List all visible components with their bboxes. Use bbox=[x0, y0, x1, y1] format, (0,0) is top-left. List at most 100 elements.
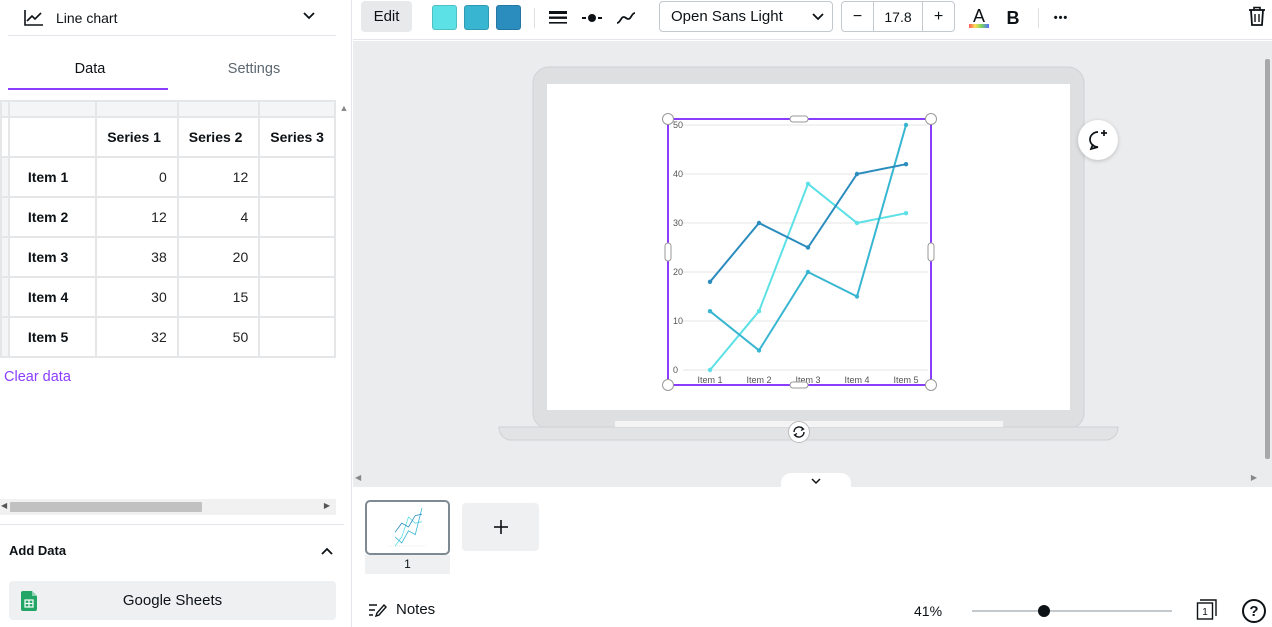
point-marker-icon bbox=[582, 14, 602, 22]
resize-handle[interactable] bbox=[662, 379, 674, 391]
scrollbar-thumb[interactable] bbox=[1265, 59, 1270, 459]
scroll-right-arrow[interactable]: ▶ bbox=[324, 501, 330, 510]
thumb-series-line-2 bbox=[394, 507, 423, 544]
scroll-right-arrow[interactable]: ▶ bbox=[1251, 473, 1257, 482]
tab-data[interactable]: Data bbox=[8, 48, 172, 90]
data-cell[interactable]: 0 bbox=[95, 156, 179, 198]
row-label-cell[interactable]: Item 5 bbox=[7, 316, 98, 358]
column-letter-strip bbox=[0, 100, 336, 118]
help-button[interactable]: ? bbox=[1242, 599, 1266, 623]
pages-stack-icon: 1 bbox=[1196, 599, 1217, 620]
data-point bbox=[707, 279, 713, 284]
chart-series bbox=[707, 122, 909, 373]
zoom-slider[interactable] bbox=[972, 605, 1172, 617]
comment-plus-icon bbox=[1089, 130, 1107, 151]
resize-handle[interactable] bbox=[789, 115, 809, 123]
row-label-cell[interactable]: Item 3 bbox=[7, 236, 98, 278]
google-sheets-button[interactable]: Google Sheets bbox=[9, 581, 336, 620]
resize-handle[interactable] bbox=[789, 381, 809, 389]
data-cell[interactable] bbox=[258, 236, 336, 278]
data-cell[interactable] bbox=[258, 196, 336, 238]
design-canvas[interactable]: 0 10 20 30 40 50 Item 1 Item 2 Item 3 Item 4 Item… bbox=[353, 41, 1272, 489]
point-style-button[interactable] bbox=[578, 5, 606, 31]
data-cell[interactable] bbox=[258, 276, 336, 318]
data-point bbox=[903, 122, 909, 128]
data-cell[interactable]: 32 bbox=[95, 316, 179, 358]
data-cell[interactable]: 12 bbox=[176, 156, 261, 198]
tab-settings[interactable]: Settings bbox=[172, 48, 336, 90]
color-swatch-2[interactable] bbox=[464, 5, 489, 30]
column-header-series-1[interactable]: Series 1 bbox=[95, 116, 179, 158]
notes-button[interactable]: Notes bbox=[368, 601, 435, 618]
text-color-button[interactable]: A bbox=[965, 5, 993, 31]
canvas-vertical-scrollbar[interactable] bbox=[1263, 41, 1272, 487]
notes-label: Notes bbox=[396, 601, 436, 618]
add-data-section[interactable]: Add Data bbox=[0, 524, 344, 576]
data-table: Series 1 Series 2 Series 3 Item 1 0 12 I… bbox=[0, 100, 336, 358]
rotate-icon bbox=[793, 426, 805, 438]
page-thumbnail[interactable] bbox=[365, 500, 450, 555]
resize-handle[interactable] bbox=[927, 242, 935, 262]
pages-strip: 1 bbox=[353, 487, 1272, 587]
row-gutter bbox=[0, 100, 10, 118]
trash-icon[interactable] bbox=[1248, 6, 1266, 26]
data-cell[interactable]: 4 bbox=[176, 196, 261, 238]
more-options-button[interactable]: ••• bbox=[1047, 5, 1075, 31]
table-row: Item 2 12 4 bbox=[0, 196, 336, 238]
page-thumbnail-preview bbox=[387, 507, 427, 547]
scrollbar-thumb[interactable] bbox=[10, 502, 202, 512]
row-label-cell[interactable]: Item 4 bbox=[7, 276, 98, 318]
row-label-cell[interactable]: Item 2 bbox=[7, 196, 98, 238]
column-header-series-2[interactable]: Series 2 bbox=[176, 116, 261, 158]
data-point bbox=[756, 309, 762, 314]
zoom-percentage[interactable]: 41% bbox=[914, 603, 942, 619]
data-point bbox=[903, 162, 909, 167]
color-swatch-1[interactable] bbox=[432, 5, 457, 30]
table-row: Item 5 32 50 bbox=[0, 316, 336, 358]
table-scroll-up-arrow[interactable]: ▲ bbox=[337, 103, 351, 117]
line-weight-button[interactable] bbox=[544, 5, 572, 31]
add-page-button[interactable] bbox=[462, 503, 539, 551]
resize-handle[interactable] bbox=[925, 379, 937, 391]
font-family-select[interactable]: Open Sans Light bbox=[659, 1, 833, 32]
y-tick-label: 20 bbox=[673, 267, 683, 277]
text-color-letter: A bbox=[972, 6, 985, 26]
resize-handle[interactable] bbox=[664, 242, 672, 262]
clear-data-link[interactable]: Clear data bbox=[4, 369, 71, 385]
decrease-font-size-button[interactable]: − bbox=[842, 2, 873, 31]
chart-type-selector[interactable]: Line chart bbox=[8, 0, 336, 36]
data-cell[interactable]: 50 bbox=[176, 316, 261, 358]
page-count-value: 1 bbox=[1202, 607, 1208, 618]
color-swatch-3[interactable] bbox=[496, 5, 521, 30]
data-cell[interactable]: 15 bbox=[176, 276, 261, 318]
page-number-label: 1 bbox=[365, 555, 450, 574]
resize-handle[interactable] bbox=[662, 113, 674, 125]
x-tick-label: Item 5 bbox=[893, 375, 918, 385]
chevron-up-icon bbox=[321, 547, 333, 555]
add-comment-button[interactable] bbox=[1078, 120, 1118, 160]
bold-button[interactable]: B bbox=[999, 5, 1027, 31]
data-cell[interactable]: 30 bbox=[95, 276, 179, 318]
header-strip-cell bbox=[95, 100, 179, 118]
resize-handle[interactable] bbox=[925, 113, 937, 125]
page-count-button[interactable]: 1 bbox=[1196, 599, 1218, 621]
column-header-series-3[interactable]: Series 3 bbox=[258, 116, 336, 158]
data-cell[interactable]: 12 bbox=[95, 196, 179, 238]
canvas-horizontal-scrollbar[interactable]: ◀ ▶ bbox=[353, 471, 1263, 487]
row-label-cell[interactable]: Item 1 bbox=[7, 156, 98, 198]
data-cell[interactable] bbox=[258, 316, 336, 358]
line-chart[interactable]: 01020304050 Item 1 Item 2 Item 3 Item 4 Item… bbox=[353, 41, 1263, 471]
table-horizontal-scrollbar[interactable]: ◀ ▶ bbox=[0, 499, 336, 515]
scroll-left-arrow[interactable]: ◀ bbox=[1, 501, 7, 510]
rotate-button[interactable] bbox=[788, 421, 810, 443]
zoom-slider-handle[interactable] bbox=[1037, 605, 1050, 617]
edit-button[interactable]: Edit bbox=[361, 1, 412, 32]
font-size-input[interactable]: 17.8 bbox=[873, 2, 923, 31]
scroll-left-arrow[interactable]: ◀ bbox=[355, 473, 361, 482]
data-cell[interactable] bbox=[258, 156, 336, 198]
line-curve-button[interactable] bbox=[612, 5, 640, 31]
data-cell[interactable]: 38 bbox=[95, 236, 179, 278]
data-cell[interactable]: 20 bbox=[176, 236, 261, 278]
row-gutter bbox=[0, 236, 10, 278]
increase-font-size-button[interactable]: + bbox=[923, 2, 954, 31]
